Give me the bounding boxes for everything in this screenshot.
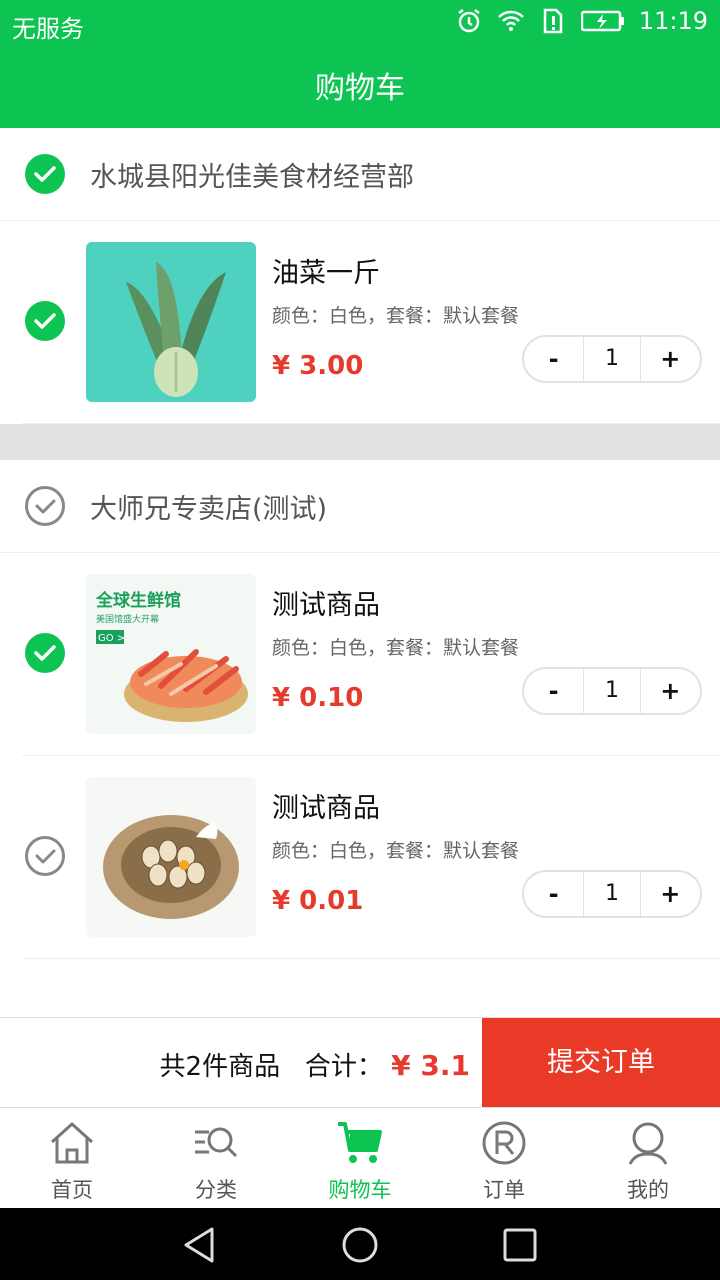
shop-header: 水城县阳光佳美食材经营部 xyxy=(0,128,720,221)
checked-circle-icon[interactable] xyxy=(25,633,65,673)
quail-eggs-image[interactable] xyxy=(86,777,256,937)
system-nav-bar xyxy=(0,1208,720,1280)
shop-section: 水城县阳光佳美食材经营部 油菜一斤 颜色：白色，套餐：默认套餐 ¥ 3.00 -… xyxy=(0,128,720,424)
shop-header: 大师兄专卖店(测试) xyxy=(0,460,720,553)
wifi-icon xyxy=(497,10,524,31)
quantity-stepper: - 1 + xyxy=(522,335,702,383)
cart-item: 测试商品 颜色：白色，套餐：默认套餐 ¥ 0.01 - 1 + xyxy=(22,756,720,959)
shop-name[interactable]: 水城县阳光佳美食材经营部 xyxy=(90,155,414,194)
banner-go: GO > xyxy=(98,633,125,644)
cart-list[interactable]: 水城县阳光佳美食材经营部 油菜一斤 颜色：白色，套餐：默认套餐 ¥ 3.00 -… xyxy=(0,128,720,1017)
total-value: ¥ 3.1 xyxy=(391,1049,470,1082)
bottom-tab-bar: 首页 分类 购物车 订单 我的 xyxy=(0,1107,720,1209)
quantity-value[interactable]: 1 xyxy=(583,337,641,381)
quantity-stepper: - 1 + xyxy=(522,870,702,918)
item-price: ¥ 0.10 xyxy=(272,683,364,713)
battery-charging-icon xyxy=(580,10,624,32)
alarm-icon xyxy=(458,9,480,33)
tab-label: 分类 xyxy=(195,1178,237,1202)
item-title[interactable]: 油菜一斤 xyxy=(272,251,380,290)
increase-button[interactable]: + xyxy=(641,345,700,373)
home-icon xyxy=(50,1121,94,1164)
item-spec: 颜色：白色，套餐：默认套餐 xyxy=(272,840,520,862)
banner-title: 全球生鲜馆 xyxy=(95,590,181,611)
tab-label: 订单 xyxy=(483,1178,525,1202)
clock-time: 11:19 xyxy=(638,7,708,35)
increase-button[interactable]: + xyxy=(641,677,700,705)
category-search-icon xyxy=(195,1127,238,1158)
bok-choy-image[interactable] xyxy=(86,242,256,402)
item-title[interactable]: 测试商品 xyxy=(272,583,380,622)
tab-label: 我的 xyxy=(627,1178,669,1202)
cart-icon xyxy=(338,1122,382,1163)
item-title[interactable]: 测试商品 xyxy=(272,786,380,825)
decrease-button[interactable]: - xyxy=(524,880,583,908)
tab-label: 首页 xyxy=(51,1178,93,1202)
profile-icon xyxy=(628,1122,668,1165)
recents-square-icon[interactable] xyxy=(502,1226,538,1264)
shop-section: 大师兄专卖店(测试) 全球生鲜馆 美国馆盛大开幕 GO > 测试商品 颜色：白色… xyxy=(0,460,720,959)
section-divider xyxy=(0,424,720,460)
unchecked-circle-icon[interactable] xyxy=(25,836,65,876)
status-bar: 无服务 11:19 xyxy=(0,0,720,50)
increase-button[interactable]: + xyxy=(641,880,700,908)
home-circle-icon[interactable] xyxy=(341,1226,379,1264)
seafood-banner-image[interactable]: 全球生鲜馆 美国馆盛大开幕 GO > xyxy=(86,574,256,734)
item-count: 共2件商品 xyxy=(159,1052,281,1082)
item-price: ¥ 3.00 xyxy=(272,351,364,381)
item-price: ¥ 0.01 xyxy=(272,886,364,916)
quantity-stepper: - 1 + xyxy=(522,667,702,715)
tab-label: 购物车 xyxy=(328,1178,392,1202)
cart-item: 全球生鲜馆 美国馆盛大开幕 GO > 测试商品 颜色：白色，套餐：默认套餐 ¥ … xyxy=(22,553,720,756)
summary-text: 共2件商品 合计： ¥ 3.1 xyxy=(160,1046,470,1083)
cart-item: 油菜一斤 颜色：白色，套餐：默认套餐 ¥ 3.00 - 1 + xyxy=(22,221,720,424)
sim-alert-icon xyxy=(543,8,563,34)
tab-home[interactable]: 首页 xyxy=(0,1108,144,1209)
quantity-value[interactable]: 1 xyxy=(583,872,641,916)
banner-subtitle: 美国馆盛大开幕 xyxy=(96,613,159,625)
checkout-summary: 共2件商品 合计： ¥ 3.1 提交订单 xyxy=(0,1017,720,1108)
checked-circle-icon[interactable] xyxy=(25,301,65,341)
checked-circle-icon[interactable] xyxy=(25,154,65,194)
decrease-button[interactable]: - xyxy=(524,345,583,373)
carrier-label: 无服务 xyxy=(12,15,84,43)
item-spec: 颜色：白色，套餐：默认套餐 xyxy=(272,305,520,327)
shop-name[interactable]: 大师兄专卖店(测试) xyxy=(90,487,327,526)
quantity-value[interactable]: 1 xyxy=(583,669,641,713)
item-spec: 颜色：白色，套餐：默认套餐 xyxy=(272,637,520,659)
submit-order-button[interactable]: 提交订单 xyxy=(482,1018,720,1108)
tab-orders[interactable]: 订单 xyxy=(432,1108,576,1209)
page-title: 购物车 xyxy=(0,50,720,128)
unchecked-circle-icon[interactable] xyxy=(25,486,65,526)
tab-cart[interactable]: 购物车 xyxy=(288,1108,432,1209)
decrease-button[interactable]: - xyxy=(524,677,583,705)
registered-icon xyxy=(482,1121,526,1165)
tab-profile[interactable]: 我的 xyxy=(576,1108,720,1209)
back-icon[interactable] xyxy=(180,1226,220,1264)
tab-category[interactable]: 分类 xyxy=(144,1108,288,1209)
total-label: 合计： xyxy=(304,1052,383,1082)
